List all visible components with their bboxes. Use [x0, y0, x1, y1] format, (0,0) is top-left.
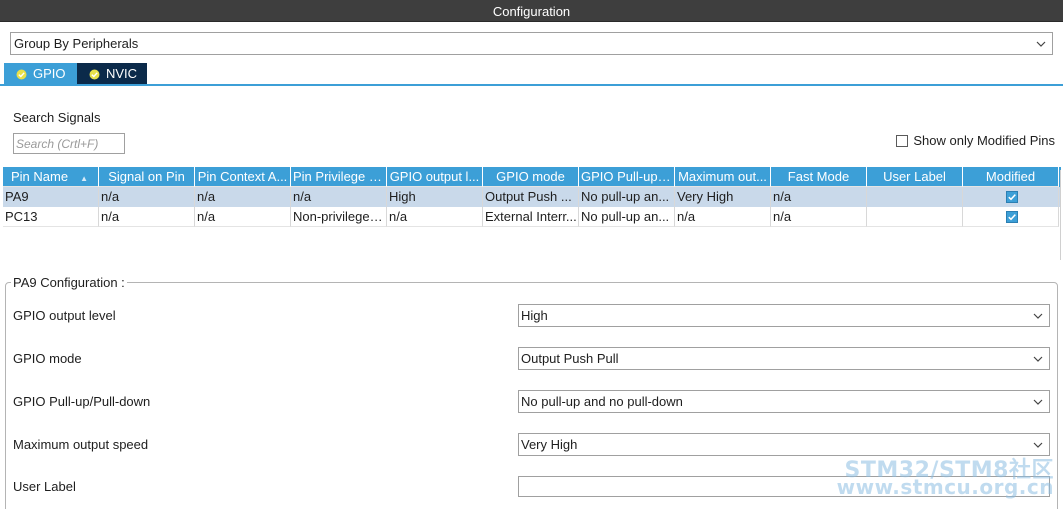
modified-cell: [963, 207, 1059, 227]
table-cell: [867, 187, 963, 207]
sort-ascending-icon: ▲: [80, 174, 88, 183]
table-cell: Very High: [675, 187, 771, 207]
gpio-mode-label: GPIO mode: [13, 351, 82, 366]
table-scrollbar[interactable]: [1060, 170, 1061, 260]
group-by-value: Group By Peripherals: [14, 36, 139, 51]
column-header-pin-context[interactable]: Pin Context A...: [195, 167, 291, 187]
chevron-down-icon: [1036, 39, 1046, 49]
tab-gpio[interactable]: GPIO: [4, 63, 77, 84]
table-cell: n/a: [675, 207, 771, 227]
chevron-down-icon: [1033, 354, 1043, 364]
column-header-fast-mode[interactable]: Fast Mode: [771, 167, 867, 187]
table-cell: n/a: [195, 187, 291, 207]
tab-gpio-label: GPIO: [33, 66, 66, 81]
search-signals-label: Search Signals: [13, 110, 101, 125]
show-only-modified-toggle[interactable]: Show only Modified Pins: [896, 133, 1055, 148]
gpio-pull-label: GPIO Pull-up/Pull-down: [13, 394, 151, 409]
table-cell: No pull-up an...: [579, 207, 675, 227]
group-by-select[interactable]: Group By Peripherals: [10, 32, 1053, 55]
gpio-pull-select[interactable]: No pull-up and no pull-down: [518, 390, 1050, 413]
pin-configuration-title: PA9 Configuration :: [11, 275, 127, 290]
table-cell: n/a: [771, 207, 867, 227]
table-cell: n/a: [99, 187, 195, 207]
gpio-mode-value: Output Push Pull: [521, 351, 619, 366]
table-cell: High: [387, 187, 483, 207]
max-output-speed-label: Maximum output speed: [13, 437, 149, 452]
column-header-signal-on-pin[interactable]: Signal on Pin: [99, 167, 195, 187]
column-header-user-label[interactable]: User Label: [867, 167, 963, 187]
table-cell: Output Push ...: [483, 187, 579, 207]
modified-checkbox[interactable]: [1005, 190, 1018, 203]
table-cell: n/a: [771, 187, 867, 207]
search-input[interactable]: [13, 133, 125, 154]
table-cell: No pull-up an...: [579, 187, 675, 207]
column-header-gpio-pull[interactable]: GPIO Pull-up/...: [579, 167, 675, 187]
table-cell: n/a: [387, 207, 483, 227]
tab-bar: GPIO NVIC: [4, 63, 147, 84]
checkmark-icon: [1007, 213, 1016, 220]
table-cell: PC13: [3, 207, 99, 227]
chevron-down-icon: [1033, 311, 1043, 321]
gpio-output-level-value: High: [521, 308, 548, 323]
tab-nvic[interactable]: NVIC: [77, 63, 147, 84]
table-cell: [867, 207, 963, 227]
table-row[interactable]: PC13 n/a n/a Non-privileged... n/a Exter…: [3, 207, 1061, 227]
max-output-speed-value: Very High: [521, 437, 578, 452]
gpio-output-level-select[interactable]: High: [518, 304, 1050, 327]
column-header-max-output-speed[interactable]: Maximum out...: [675, 167, 771, 187]
gpio-mode-select[interactable]: Output Push Pull: [518, 347, 1050, 370]
check-circle-icon: [16, 68, 27, 80]
tab-underline: [0, 84, 1063, 86]
checkmark-icon: [1007, 193, 1016, 200]
table-cell: Non-privileged...: [291, 207, 387, 227]
table-cell: n/a: [195, 207, 291, 227]
column-header-pin-name[interactable]: Pin Name ▲: [3, 167, 99, 187]
show-only-modified-label: Show only Modified Pins: [913, 133, 1055, 148]
tab-nvic-label: NVIC: [106, 66, 138, 81]
table-cell: n/a: [99, 207, 195, 227]
modified-cell: [963, 187, 1059, 207]
chevron-down-icon: [1033, 397, 1043, 407]
column-header-pin-privilege[interactable]: Pin Privilege a...: [291, 167, 387, 187]
gpio-output-level-label: GPIO output level: [13, 308, 116, 323]
check-circle-icon: [89, 68, 100, 80]
column-header-gpio-output-level[interactable]: GPIO output l...: [387, 167, 483, 187]
table-row[interactable]: PA9 n/a n/a n/a High Output Push ... No …: [3, 187, 1061, 207]
column-header-modified[interactable]: Modified: [963, 167, 1059, 187]
modified-checkbox[interactable]: [1005, 210, 1018, 223]
watermark-line-2: www.stmcu.org.cn: [836, 475, 1054, 499]
user-label-label: User Label: [13, 479, 76, 494]
chevron-down-icon: [1033, 440, 1043, 450]
window-title: Configuration: [0, 0, 1063, 22]
show-only-modified-checkbox[interactable]: [896, 134, 909, 147]
gpio-pull-value: No pull-up and no pull-down: [521, 394, 683, 409]
pin-table: Pin Name ▲ Signal on Pin Pin Context A...…: [3, 167, 1061, 227]
table-header: Pin Name ▲ Signal on Pin Pin Context A...…: [3, 167, 1061, 187]
table-cell: PA9: [3, 187, 99, 207]
column-header-gpio-mode[interactable]: GPIO mode: [483, 167, 579, 187]
table-cell: n/a: [291, 187, 387, 207]
table-cell: External Interr...: [483, 207, 579, 227]
